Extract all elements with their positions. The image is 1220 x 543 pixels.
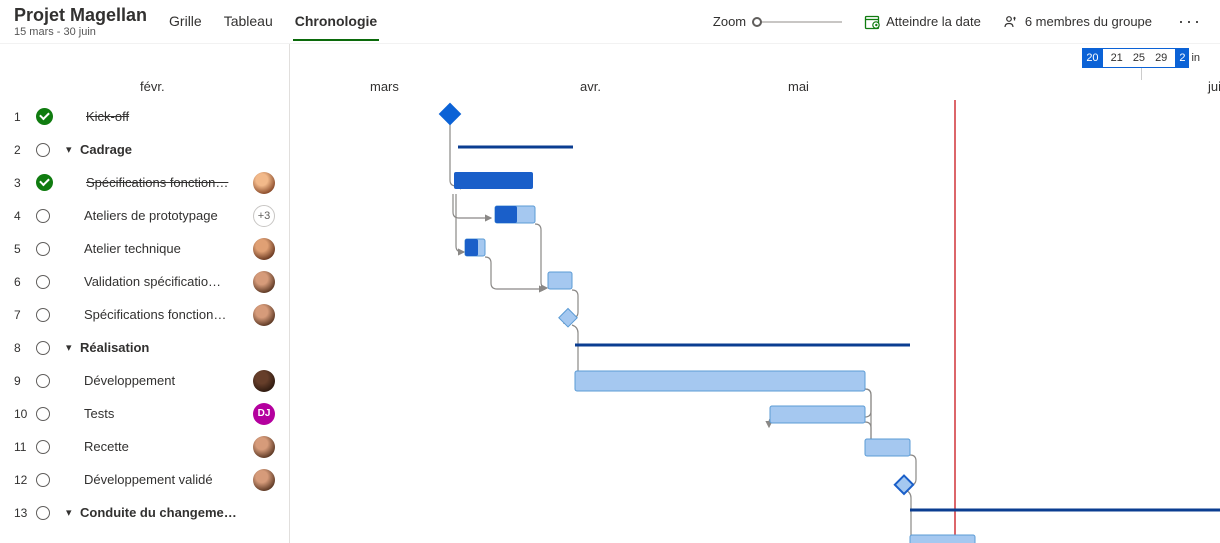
task-name: Spécifications fonction… xyxy=(66,307,247,322)
goto-date-button[interactable]: Atteindre la date xyxy=(864,14,981,30)
task-name: Conduite du changeme… xyxy=(80,505,289,520)
tab-grid[interactable]: Grille xyxy=(167,3,204,41)
calendar-goto-icon xyxy=(864,14,880,30)
avatar[interactable] xyxy=(253,172,275,194)
task-name: Spécifications fonction… xyxy=(68,175,247,190)
month-label: avr. xyxy=(580,79,601,94)
more-actions-button[interactable]: ··· xyxy=(1174,11,1206,32)
avatar[interactable] xyxy=(253,436,275,458)
task-row[interactable]: 1 Kick-off xyxy=(0,100,289,133)
month-label: mars xyxy=(370,79,399,94)
status-open-icon[interactable] xyxy=(36,308,50,322)
status-open-icon[interactable] xyxy=(36,209,50,223)
status-open-icon[interactable] xyxy=(36,407,50,421)
task-row[interactable]: 3 Spécifications fonction… xyxy=(0,166,289,199)
task-row[interactable]: 8 ▾ Réalisation xyxy=(0,331,289,364)
month-label: juin xyxy=(1208,79,1220,94)
task-row[interactable]: 9 Développement xyxy=(0,364,289,397)
task-row[interactable]: 10 Tests DJ xyxy=(0,397,289,430)
gantt-svg xyxy=(290,100,1220,543)
status-open-icon[interactable] xyxy=(36,440,50,454)
task-row[interactable]: 7 Spécifications fonction… xyxy=(0,298,289,331)
month-label: mai xyxy=(788,79,809,94)
task-name: Développement xyxy=(66,373,247,388)
task-list: 1 Kick-off 2 ▾ Cadrage 3 Spécifications … xyxy=(0,100,289,543)
task-name: Recette xyxy=(66,439,247,454)
task-name: Validation spécificatio… xyxy=(66,274,247,289)
task-name: Atelier technique xyxy=(66,241,247,256)
chevron-down-icon[interactable]: ▾ xyxy=(66,143,76,156)
avatar[interactable] xyxy=(253,271,275,293)
status-open-icon[interactable] xyxy=(36,506,50,520)
month-label: févr. xyxy=(140,79,165,94)
view-tabs: Grille Tableau Chronologie xyxy=(167,3,379,41)
project-title: Projet Magellan xyxy=(14,5,147,26)
task-name: Développement validé xyxy=(66,472,247,487)
status-done-icon[interactable] xyxy=(36,174,53,191)
avatar[interactable] xyxy=(253,370,275,392)
task-row[interactable]: 13 ▾ Conduite du changeme… xyxy=(0,496,289,529)
task-name: Tests xyxy=(66,406,247,421)
status-open-icon[interactable] xyxy=(36,473,50,487)
task-row[interactable]: 6 Validation spécificatio… xyxy=(0,265,289,298)
avatar[interactable] xyxy=(253,238,275,260)
project-date-range: 15 mars - 30 juin xyxy=(14,26,147,38)
avatar[interactable] xyxy=(253,469,275,491)
task-name: Kick-off xyxy=(68,109,289,124)
assignee-overflow-badge[interactable]: +3 xyxy=(253,205,275,227)
tab-timeline[interactable]: Chronologie xyxy=(293,3,379,41)
task-row[interactable]: 5 Atelier technique xyxy=(0,232,289,265)
task-row[interactable]: 11 Recette xyxy=(0,430,289,463)
zoom-label: Zoom xyxy=(713,14,746,29)
status-done-icon[interactable] xyxy=(36,108,53,125)
zoom-slider[interactable] xyxy=(752,15,842,29)
chevron-down-icon[interactable]: ▾ xyxy=(66,341,76,354)
tab-board[interactable]: Tableau xyxy=(222,3,275,41)
chevron-down-icon[interactable]: ▾ xyxy=(66,506,76,519)
status-open-icon[interactable] xyxy=(36,143,50,157)
zoom-control[interactable]: Zoom xyxy=(713,14,842,29)
status-open-icon[interactable] xyxy=(36,341,50,355)
avatar[interactable] xyxy=(253,304,275,326)
status-open-icon[interactable] xyxy=(36,275,50,289)
avatar[interactable]: DJ xyxy=(253,403,275,425)
timeline-minimap[interactable]: mai 10j juin 20 21 25 29 2 in xyxy=(1082,48,1200,68)
task-row[interactable]: 12 Développement validé xyxy=(0,463,289,496)
people-icon xyxy=(1003,14,1019,30)
task-name: Réalisation xyxy=(80,340,289,355)
task-row[interactable]: 4 Ateliers de prototypage +3 xyxy=(0,199,289,232)
gantt-chart[interactable]: mars avr. mai juin mai 10j juin 20 21 25… xyxy=(290,44,1220,543)
task-name: Cadrage xyxy=(80,142,289,157)
task-row[interactable]: 2 ▾ Cadrage xyxy=(0,133,289,166)
task-name: Ateliers de prototypage xyxy=(66,208,247,223)
status-open-icon[interactable] xyxy=(36,374,50,388)
group-members-button[interactable]: 6 membres du groupe xyxy=(1003,14,1152,30)
status-open-icon[interactable] xyxy=(36,242,50,256)
